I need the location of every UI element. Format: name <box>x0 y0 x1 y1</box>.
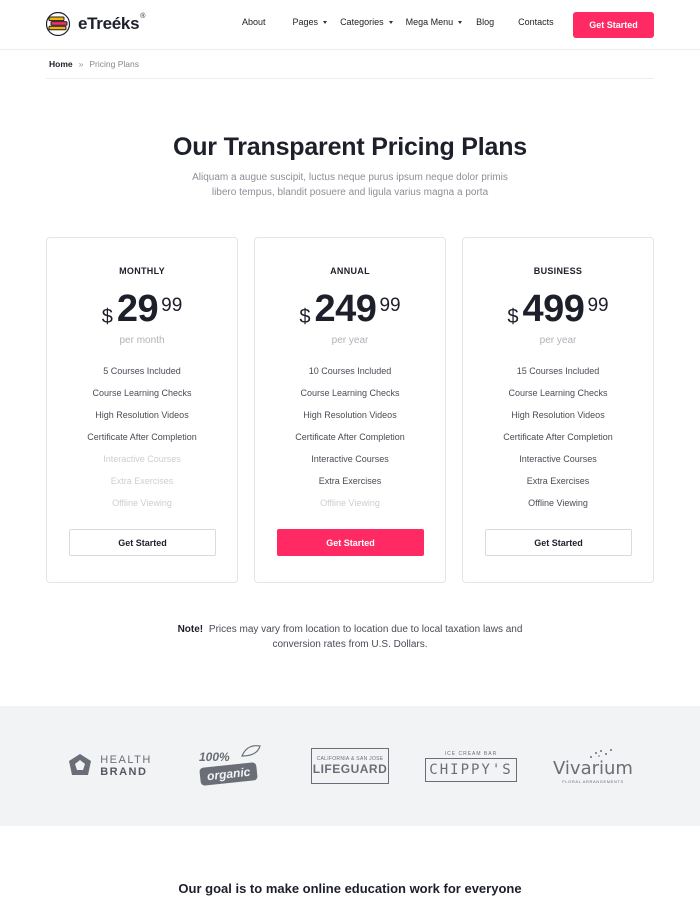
brand-line: CHIPPY'S <box>425 757 517 782</box>
plan-price: $ 499 99 <box>463 288 653 331</box>
chevron-down-icon <box>323 20 328 24</box>
breadcrumb-divider <box>46 78 654 79</box>
business-get-started-button[interactable]: Get Started <box>485 529 632 556</box>
price-period: per month <box>119 335 165 346</box>
nav-item-label: Contacts <box>518 17 554 27</box>
feature-item: Course Learning Checks <box>92 388 192 398</box>
feature-item: High Resolution Videos <box>95 410 189 420</box>
monthly-get-started-button[interactable]: Get Started <box>69 529 216 556</box>
price-cents: 99 <box>379 295 401 316</box>
feature-item: 10 Courses Included <box>308 366 392 376</box>
feature-item: Extra Exercises <box>526 476 590 486</box>
feature-item-disabled: Interactive Courses <box>103 454 181 464</box>
pricing-note: Note! Prices may vary from location to l… <box>170 622 530 652</box>
feature-item: High Resolution Videos <box>511 410 605 420</box>
leaf-icon <box>241 745 261 757</box>
books-logo-icon <box>45 11 74 37</box>
annual-get-started-button[interactable]: Get Started <box>277 529 424 556</box>
price-cents: 99 <box>587 295 609 316</box>
organic-logo: 100% organic <box>196 744 262 788</box>
pricing-plan-business: BUSINESS $ 499 99 per year 15 Courses In… <box>462 237 654 583</box>
plan-features: 15 Courses Included Course Learning Chec… <box>463 365 653 519</box>
plan-name: BUSINESS <box>533 266 583 276</box>
pricing-plan-annual: ANNUAL $ 249 99 per year 10 Courses Incl… <box>254 237 446 583</box>
nav-item-label: Blog <box>476 17 495 27</box>
price-period: per year <box>539 335 577 346</box>
breadcrumb-home-link[interactable]: Home <box>49 59 73 69</box>
site-logo[interactable]: eTreéks ® <box>45 11 146 37</box>
pricing-subtitle: Aliquam a augue suscipit, luctus neque p… <box>192 172 508 198</box>
feature-item: High Resolution Videos <box>303 410 397 420</box>
feature-item: Interactive Courses <box>519 454 597 464</box>
feature-item: Offline Viewing <box>528 498 588 508</box>
vivarium-logo: Vivarium FLORAL ARRANGEMENTS <box>553 744 633 788</box>
chippys-logo: ICE CREAM BAR CHIPPY'S <box>425 744 517 788</box>
nav-item-about[interactable]: About <box>242 17 266 27</box>
feature-item: Interactive Courses <box>311 454 389 464</box>
nav-item-pages[interactable]: Pages <box>293 17 328 27</box>
price-currency: $ <box>299 306 311 328</box>
note-label: Note! <box>177 624 204 635</box>
nav-item-label: Categories <box>340 17 384 27</box>
feature-item-disabled: Offline Viewing <box>112 498 172 508</box>
feature-item: Extra Exercises <box>318 476 382 486</box>
feature-item: 5 Courses Included <box>103 366 181 376</box>
feature-item: Certificate After Completion <box>503 432 613 442</box>
breadcrumb: Home » Pricing Plans <box>49 59 139 69</box>
health-brand-icon <box>69 754 92 775</box>
nav-item-label: Mega Menu <box>405 17 454 27</box>
pricing-title: Our Transparent Pricing Plans <box>172 133 528 161</box>
plan-price: $ 249 99 <box>255 288 445 331</box>
brand-line: HEALTH <box>100 754 152 766</box>
brand-line: ICE CREAM BAR <box>444 750 498 757</box>
brand-line: FLORAL ARRANGEMENTS <box>562 779 624 784</box>
nav-item-label: Pages <box>292 17 319 27</box>
brand-line: LIFEGUARD <box>312 762 388 776</box>
nav-item-contacts[interactable]: Contacts <box>518 17 554 27</box>
nav-item-label: About <box>242 17 266 27</box>
feature-item: Course Learning Checks <box>508 388 608 398</box>
brand-line: BRAND <box>100 766 148 778</box>
feature-item: Course Learning Checks <box>300 388 400 398</box>
breadcrumb-separator: » <box>78 59 84 69</box>
price-period: per year <box>331 335 369 346</box>
pricing-plan-monthly: MONTHLY $ 29 99 per month 5 Courses Incl… <box>46 237 238 583</box>
brand-line: Vivarium <box>553 758 633 779</box>
nav-item-categories[interactable]: Categories <box>340 17 393 27</box>
brand-logos-strip: HEALTH BRAND 100% organic CALIFORNIA & S… <box>0 706 700 826</box>
site-header: eTreéks ® About Pages Categories Mega Me… <box>0 0 700 50</box>
health-brand-logo: HEALTH BRAND <box>64 744 154 788</box>
note-text: Prices may vary from location to locatio… <box>208 624 523 650</box>
header-get-started-button[interactable]: Get Started <box>573 12 654 38</box>
feature-item-disabled: Extra Exercises <box>110 476 174 486</box>
plan-name: ANNUAL <box>330 266 370 276</box>
price-amount: 499 <box>522 288 585 330</box>
goal-heading: Our goal is to make online education wor… <box>178 881 522 896</box>
logo-text: eTreéks <box>78 14 140 33</box>
feature-item-disabled: Offline Viewing <box>320 498 380 508</box>
feature-item: Certificate After Completion <box>87 432 197 442</box>
plan-features: 10 Courses Included Course Learning Chec… <box>255 365 445 519</box>
plan-name: MONTHLY <box>119 266 165 276</box>
registered-mark: ® <box>140 12 146 20</box>
chevron-down-icon <box>458 20 463 24</box>
breadcrumb-current: Pricing Plans <box>89 59 139 69</box>
main-nav: About Pages Categories Mega Menu Blog Co… <box>242 17 554 27</box>
price-currency: $ <box>507 306 519 328</box>
price-amount: 29 <box>116 288 159 330</box>
nav-item-blog[interactable]: Blog <box>476 17 494 27</box>
price-amount: 249 <box>314 288 377 330</box>
feature-item: 15 Courses Included <box>516 366 600 376</box>
price-cents: 99 <box>161 295 183 316</box>
nav-item-mega-menu[interactable]: Mega Menu <box>406 17 463 27</box>
plan-features: 5 Courses Included Course Learning Check… <box>47 365 237 519</box>
brand-line: 100% <box>199 749 230 764</box>
feature-item: Certificate After Completion <box>295 432 405 442</box>
price-currency: $ <box>101 306 113 328</box>
plan-price: $ 29 99 <box>47 288 237 331</box>
lifeguard-logo: CALIFORNIA & SAN JOSE LIFEGUARD <box>311 744 389 788</box>
brand-line: organic <box>199 761 259 786</box>
chevron-down-icon <box>388 20 393 24</box>
